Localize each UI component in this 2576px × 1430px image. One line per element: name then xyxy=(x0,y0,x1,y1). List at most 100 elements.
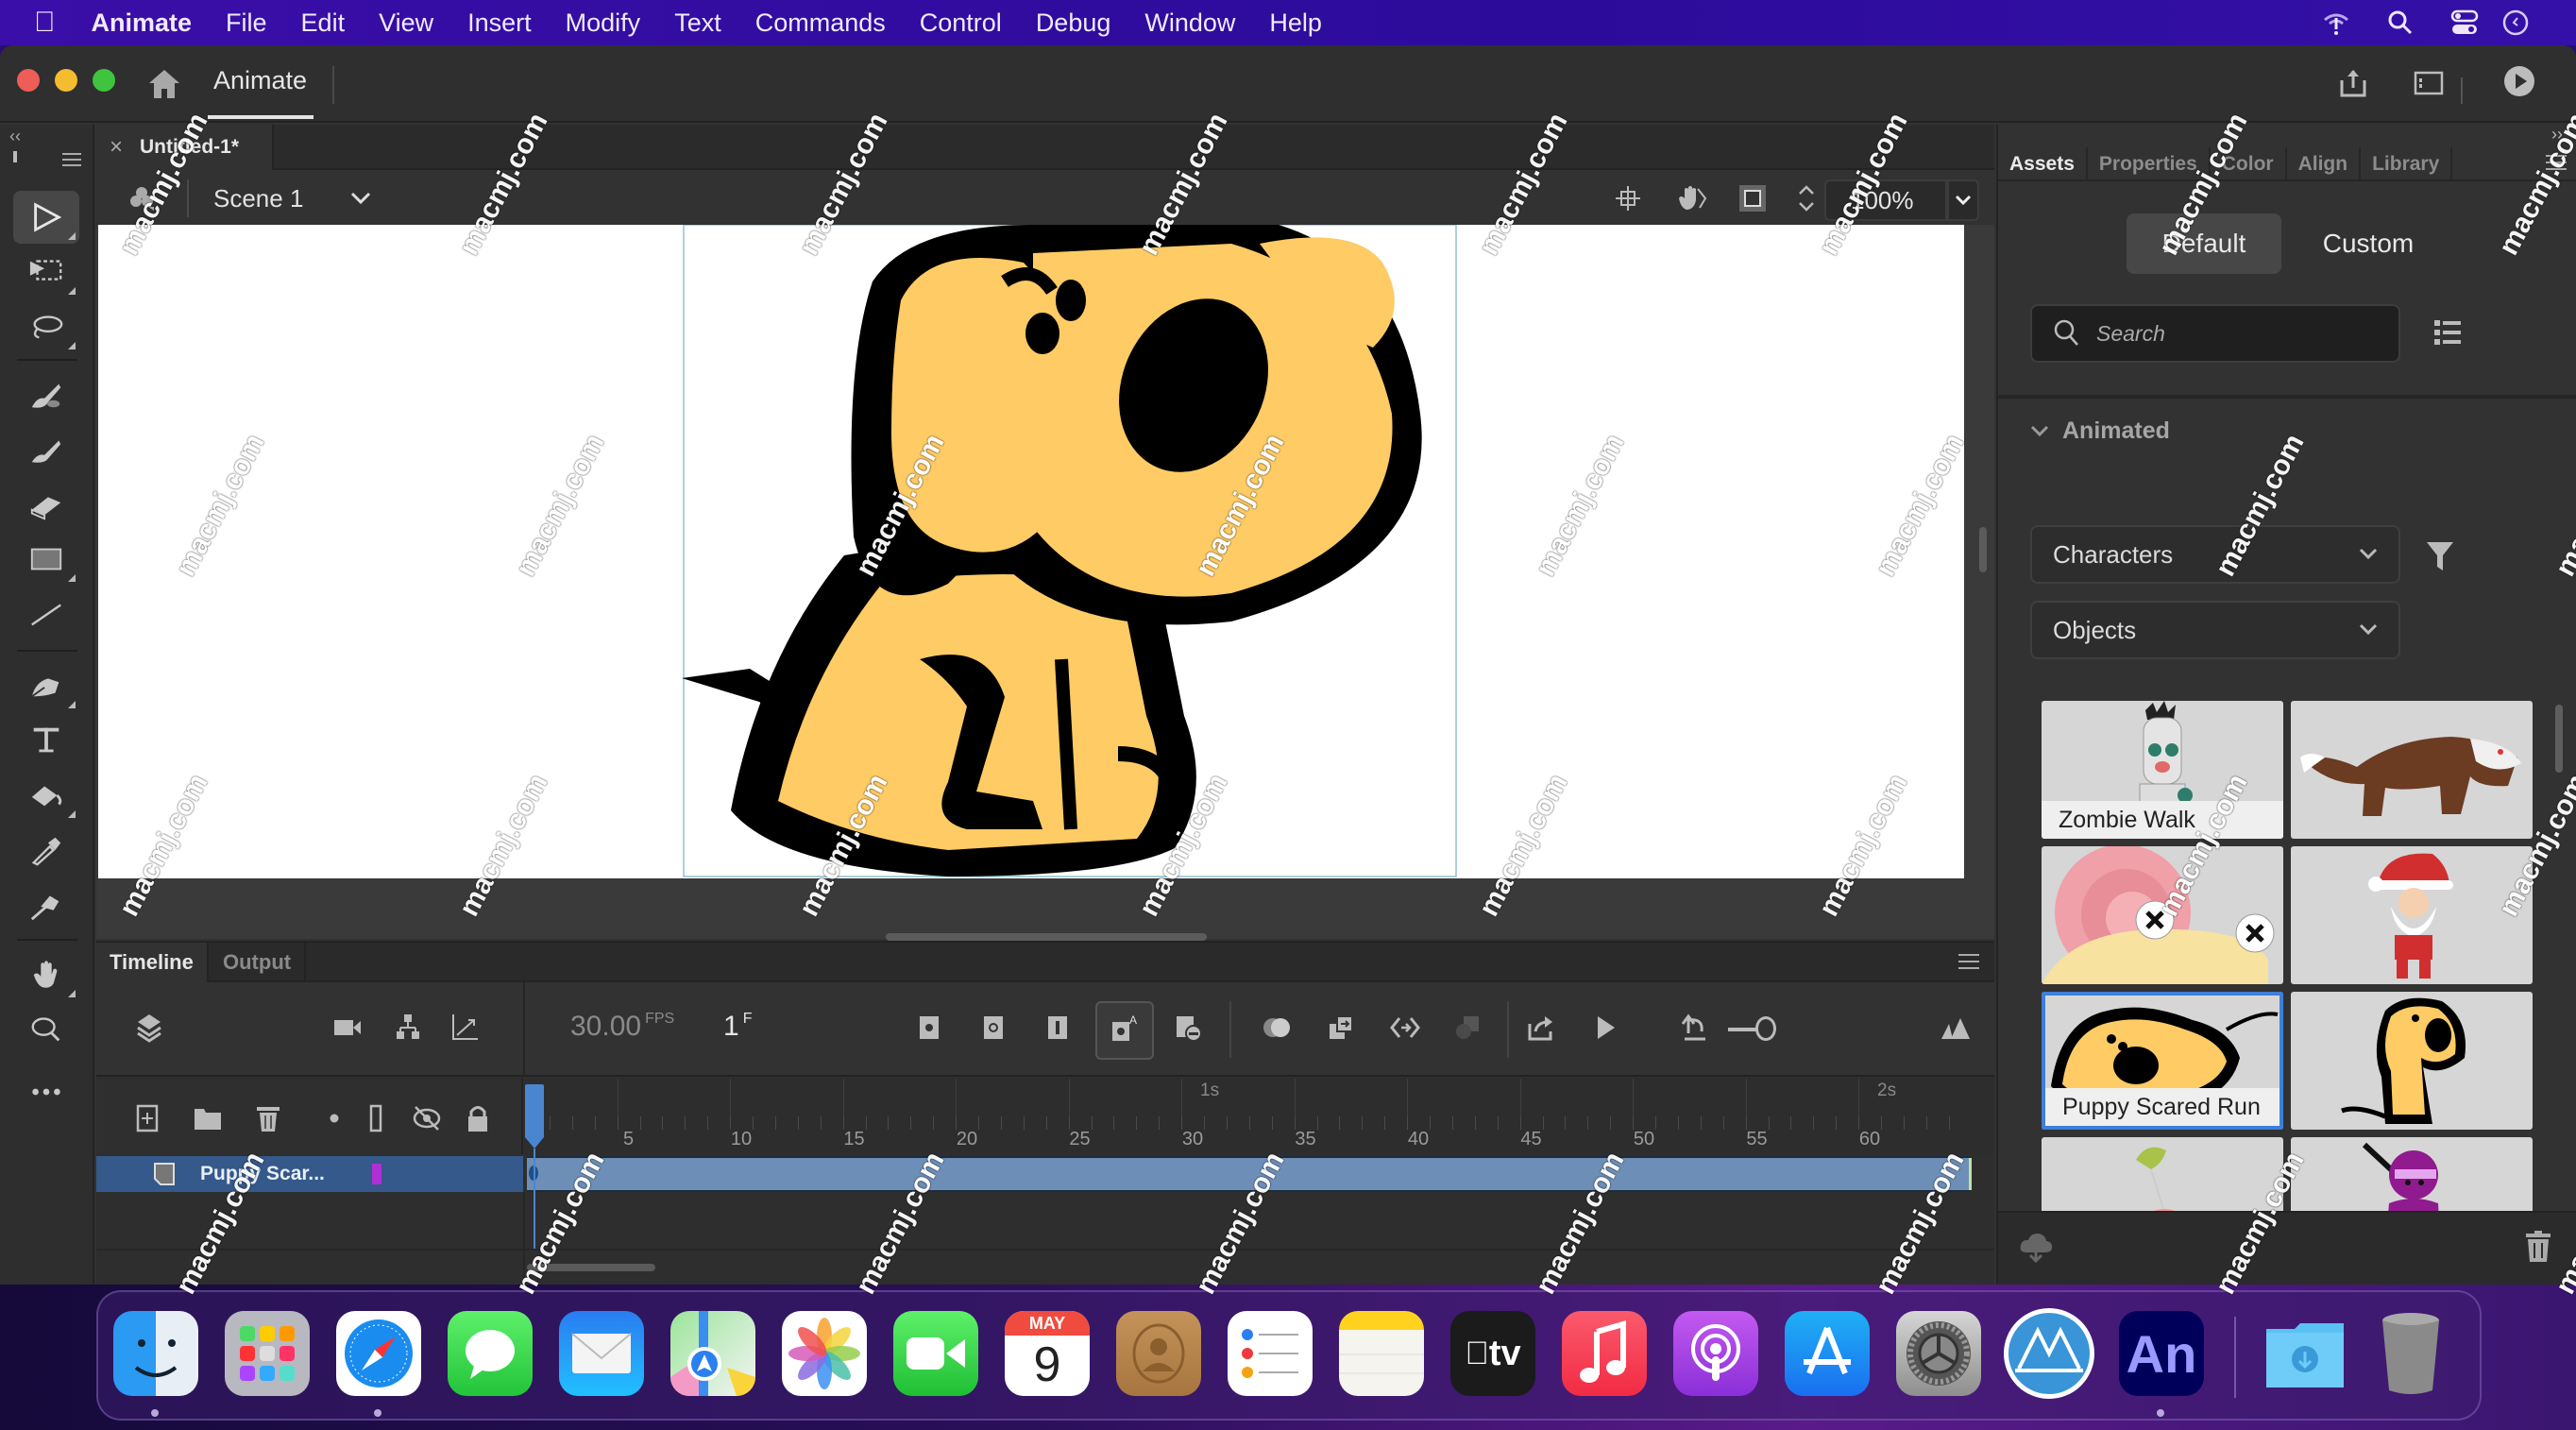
menu-insert[interactable]: Insert xyxy=(467,9,532,38)
edit-symbols-icon[interactable] xyxy=(125,181,159,215)
menu-debug[interactable]: Debug xyxy=(1036,9,1111,38)
asset-item-puppy-scared-run[interactable]: Puppy Scared Run xyxy=(2042,992,2283,1130)
line-tool[interactable] xyxy=(13,587,79,640)
clock-icon[interactable] xyxy=(2499,6,2533,40)
shape-tween-icon-disabled[interactable] xyxy=(1449,1009,1486,1047)
more-tools-button[interactable] xyxy=(13,1065,79,1118)
insert-blank-keyframe-icon[interactable] xyxy=(974,1009,1012,1047)
zoom-window-button[interactable] xyxy=(93,69,115,92)
hand-tool[interactable] xyxy=(13,948,79,1001)
dock-notes[interactable] xyxy=(1339,1311,1424,1396)
menu-commands[interactable]: Commands xyxy=(755,9,886,38)
brush-tool[interactable] xyxy=(13,423,79,476)
puppy-sitting-symbol[interactable] xyxy=(98,224,1964,878)
layer-parenting-icon[interactable] xyxy=(389,1009,427,1047)
tab-properties[interactable]: Properties xyxy=(2088,147,2211,181)
dock-finder[interactable] xyxy=(113,1311,198,1396)
tab-timeline[interactable]: Timeline xyxy=(96,943,209,982)
playhead-handle[interactable] xyxy=(525,1084,544,1149)
workspace-layout-icon[interactable] xyxy=(2410,64,2448,102)
asset-item-snail[interactable] xyxy=(2042,846,2283,984)
auto-keyframe-toggle[interactable]: A xyxy=(1095,1001,1154,1060)
menu-modify[interactable]: Modify xyxy=(566,9,641,38)
test-movie-play-icon[interactable] xyxy=(2500,62,2538,100)
apple-menu-icon[interactable]:  xyxy=(34,7,56,39)
panel-menu-icon[interactable] xyxy=(2546,155,2567,170)
cloud-download-icon[interactable] xyxy=(2019,1232,2053,1268)
dock-podcasts[interactable] xyxy=(1673,1311,1758,1396)
chevron-up-icon[interactable] xyxy=(1798,184,1815,196)
selection-tool[interactable] xyxy=(13,191,79,244)
dock-calendar[interactable]: MAY 9 xyxy=(1005,1311,1090,1396)
dock-safari[interactable] xyxy=(336,1311,421,1396)
loop-playback-icon[interactable] xyxy=(1522,1009,1560,1047)
zoom-dropdown-button[interactable] xyxy=(1947,179,1979,221)
classic-tween-icon[interactable] xyxy=(1386,1009,1424,1047)
dock-messages[interactable] xyxy=(448,1311,533,1396)
timeline-horizontal-scrollbar[interactable] xyxy=(527,1264,655,1271)
dock-reminders[interactable] xyxy=(1228,1311,1313,1396)
layer-row[interactable]: Puppy Scar... xyxy=(96,1156,523,1192)
clip-content-icon[interactable] xyxy=(1736,181,1770,215)
document-tab[interactable]: × Untitled-1* xyxy=(96,125,274,170)
segment-default[interactable]: Default xyxy=(2127,213,2281,274)
dock-mail[interactable] xyxy=(559,1311,644,1396)
tab-color[interactable]: Color xyxy=(2211,147,2287,181)
delete-asset-icon[interactable] xyxy=(2523,1230,2553,1268)
tab-library[interactable]: Library xyxy=(2361,147,2453,181)
menu-control[interactable]: Control xyxy=(920,9,1002,38)
spotlight-search-icon[interactable] xyxy=(2383,6,2417,40)
lasso-tool[interactable] xyxy=(13,300,79,353)
menu-file[interactable]: File xyxy=(226,9,267,38)
panel-grip-icon[interactable] xyxy=(13,151,17,162)
share-icon[interactable] xyxy=(2334,64,2372,102)
pin-tool[interactable] xyxy=(13,878,79,931)
dock-downloads[interactable] xyxy=(2262,1311,2347,1396)
menu-window[interactable]: Window xyxy=(1144,9,1235,38)
layer-frames[interactable] xyxy=(527,1156,1972,1192)
zoom-tool[interactable] xyxy=(13,1003,79,1056)
snap-to-grid-icon[interactable] xyxy=(1611,181,1645,215)
rotate-hand-icon[interactable] xyxy=(1673,181,1711,215)
dock-music[interactable] xyxy=(1562,1311,1647,1396)
lock-layers-icon[interactable] xyxy=(459,1099,497,1137)
eyedropper-tool[interactable] xyxy=(13,824,79,877)
rectangle-tool[interactable] xyxy=(13,533,79,586)
text-tool[interactable] xyxy=(13,714,79,767)
stage-canvas[interactable] xyxy=(98,224,1964,878)
chevron-down-icon[interactable] xyxy=(1798,201,1815,213)
tab-output[interactable]: Output xyxy=(210,943,307,982)
timeline-ruler[interactable]: 5 10 15 20 25 30 35 40 45 50 55 60 1s 2s xyxy=(525,1079,1994,1154)
dock-photos[interactable] xyxy=(782,1311,867,1396)
onion-skin-icon[interactable] xyxy=(1258,1009,1296,1047)
timeline-zoom-slider[interactable] xyxy=(1728,1016,1917,1041)
dock-facetime[interactable] xyxy=(893,1311,978,1396)
paint-brush-tool[interactable] xyxy=(13,368,79,421)
undo-icon[interactable] xyxy=(1675,1009,1713,1047)
outline-layers-icon[interactable] xyxy=(357,1099,395,1137)
paint-bucket-tool[interactable] xyxy=(13,769,79,822)
asset-item-werewolf[interactable] xyxy=(2291,701,2533,839)
asset-grid-scrollbar[interactable] xyxy=(2555,705,2563,773)
control-center-icon[interactable] xyxy=(2448,6,2482,40)
filter-icon[interactable] xyxy=(2425,540,2455,577)
highlight-layers-icon[interactable] xyxy=(315,1099,353,1137)
motion-graph-icon[interactable] xyxy=(446,1009,483,1047)
stage-vertical-scrollbar[interactable] xyxy=(1979,527,1987,572)
dock-system-preferences[interactable] xyxy=(1896,1311,1981,1396)
asset-item-zombie-walk[interactable]: Zombie Walk xyxy=(2042,701,2283,839)
insert-keyframe-icon[interactable] xyxy=(910,1009,948,1047)
dock-maps[interactable] xyxy=(670,1311,755,1396)
menu-animate[interactable]: Animate xyxy=(92,9,193,38)
free-transform-tool[interactable] xyxy=(13,246,79,298)
tab-align[interactable]: Align xyxy=(2287,147,2362,181)
asset-search[interactable] xyxy=(2030,304,2400,363)
asset-item-puppy-sitting[interactable] xyxy=(2291,992,2533,1130)
layer-color-swatch[interactable] xyxy=(372,1164,381,1184)
layers-toggle-icon[interactable] xyxy=(130,1009,168,1047)
camera-icon[interactable] xyxy=(329,1009,366,1047)
current-frame-display[interactable]: 1 F xyxy=(723,1011,752,1043)
section-animated[interactable]: Animated xyxy=(2030,417,2170,445)
delete-layer-icon[interactable] xyxy=(249,1099,287,1137)
segment-custom[interactable]: Custom xyxy=(2291,213,2446,274)
